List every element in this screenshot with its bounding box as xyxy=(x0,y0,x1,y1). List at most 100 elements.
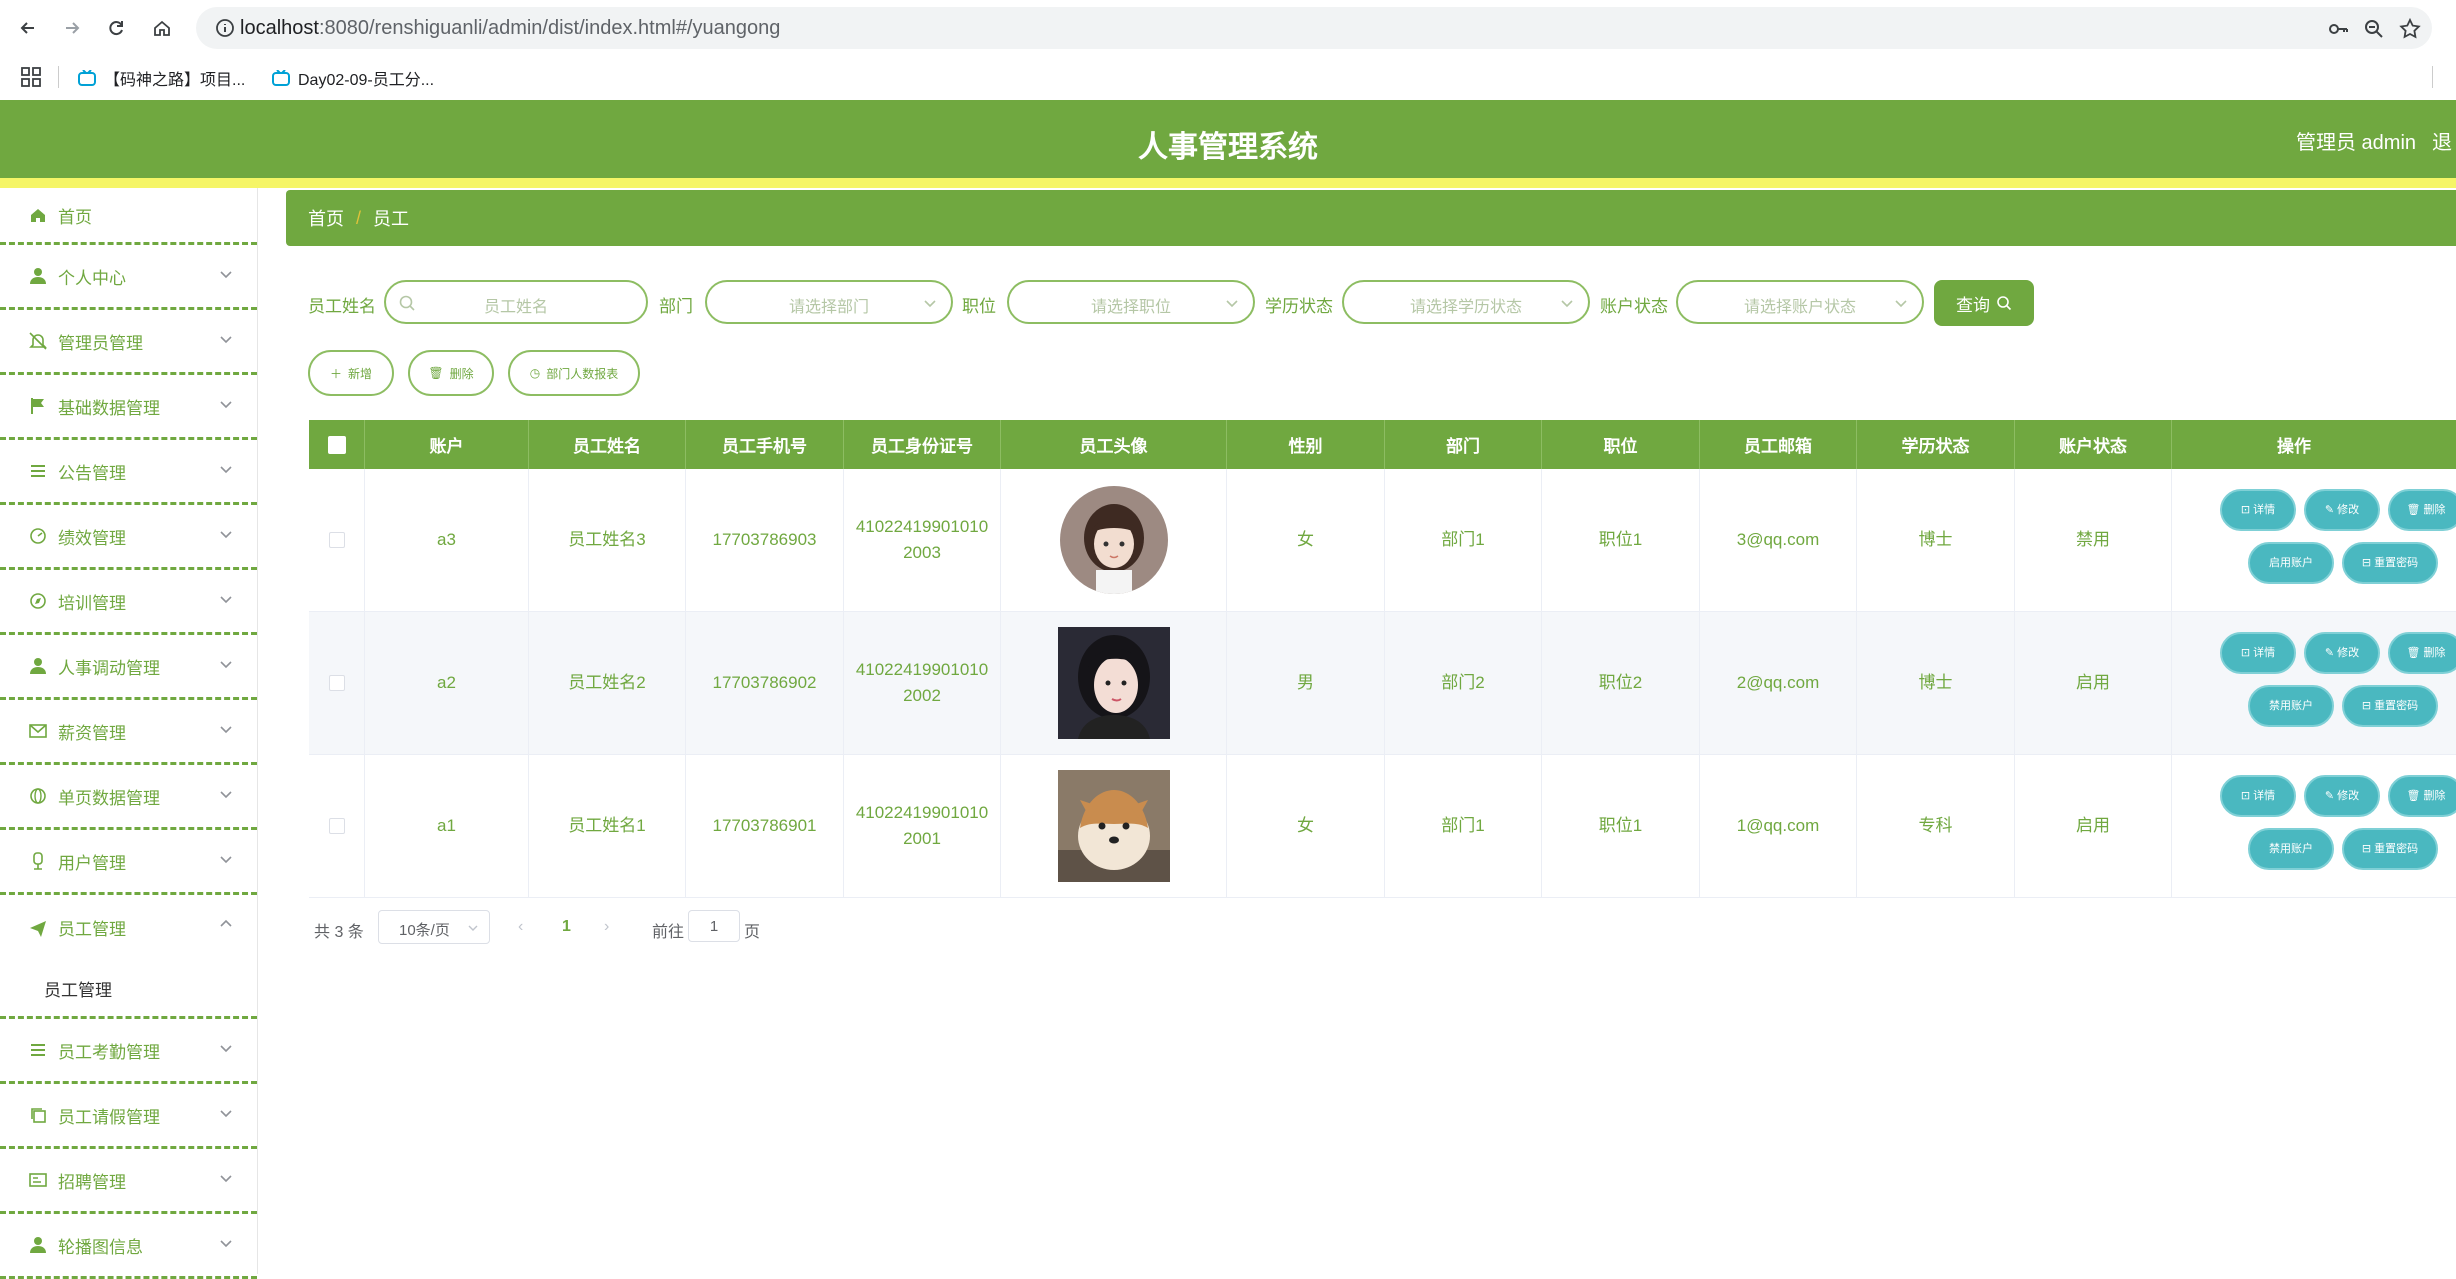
avatar[interactable] xyxy=(1057,770,1170,882)
row-delete-button-label: 删除 xyxy=(2423,504,2446,516)
name-search-input[interactable]: 员工姓名 xyxy=(384,280,648,324)
chart-icon: ◷ xyxy=(529,366,541,380)
row-checkbox[interactable] xyxy=(328,818,345,834)
breadcrumb-home[interactable]: 首页 xyxy=(308,205,344,231)
back-icon[interactable] xyxy=(12,12,44,44)
card-icon xyxy=(28,1170,48,1190)
row-checkbox[interactable] xyxy=(328,532,345,548)
delete-button[interactable]: 🗑 删除 xyxy=(408,350,494,396)
column-header[interactable]: 账户状态 xyxy=(2015,420,2172,469)
row-delete-button[interactable]: 🗑 删除 xyxy=(2388,775,2456,817)
column-header[interactable]: 性别 xyxy=(1227,420,1385,469)
bookmark-label: 【码神之路】项目... xyxy=(104,72,246,89)
education-select-placeholder: 请选择学历状态 xyxy=(1409,299,1522,316)
account-status-select[interactable]: 请选择账户状态 xyxy=(1676,280,1924,324)
sidebar-item-basedata[interactable]: 基础数据管理 xyxy=(0,375,257,440)
add-button[interactable]: ＋ 新增 xyxy=(308,350,394,396)
row-delete-button[interactable]: 🗑 删除 xyxy=(2388,632,2456,674)
sidebar-item-employees[interactable]: 员工管理 xyxy=(0,895,257,960)
avatar[interactable] xyxy=(1059,486,1168,594)
page-size-select[interactable]: 10条/页 xyxy=(378,910,490,944)
bookmark-item[interactable]: Day02-09-员工分... xyxy=(272,65,434,91)
column-header[interactable]: 学历状态 xyxy=(1857,420,2015,469)
sidebar-item-performance[interactable]: 绩效管理 xyxy=(0,505,257,570)
bookmark-item[interactable]: 【码神之路】项目... xyxy=(78,65,245,91)
table-row[interactable]: a1 员工姓名1 17703786901 41022419901010 2001 … xyxy=(309,755,2456,898)
sidebar-item-leave[interactable]: 员工请假管理 xyxy=(0,1084,257,1149)
education-select[interactable]: 请选择学历状态 xyxy=(1342,280,1590,324)
reset-icon: ⊟ xyxy=(2361,700,2375,712)
dept-select[interactable]: 请选择部门 xyxy=(705,280,953,324)
column-header[interactable]: 操作 xyxy=(2172,420,2416,469)
toggle-account-button[interactable]: 禁用账户 xyxy=(2248,828,2334,870)
sidebar-item-recruit[interactable]: 招聘管理 xyxy=(0,1149,257,1214)
reset-password-button[interactable]: ⊟ 重置密码 xyxy=(2342,828,2438,870)
column-header[interactable]: 员工手机号 xyxy=(686,420,844,469)
name-filter-label: 员工姓名 xyxy=(308,297,376,316)
operations-cell: ⊡ 详情 ✎ 修改 🗑 删除 禁用账户 ⊟ 重置密码 xyxy=(2172,612,2456,754)
table-row[interactable]: a3 员工姓名3 17703786903 41022419901010 2003 … xyxy=(309,469,2456,612)
row-delete-button[interactable]: 🗑 删除 xyxy=(2388,489,2456,531)
chevron-down-icon xyxy=(220,596,232,604)
site-info-icon[interactable] xyxy=(214,17,236,39)
goto-page-input[interactable]: 1 xyxy=(688,910,740,942)
edit-button[interactable]: ✎ 修改 xyxy=(2304,632,2380,674)
address-bar[interactable]: localhost:8080/renshiguanli/admin/dist/i… xyxy=(196,7,2432,49)
sidebar-item-transfer[interactable]: 人事调动管理 xyxy=(0,635,257,700)
breadcrumb: 首页 / 员工 xyxy=(286,190,2456,246)
sidebar-item-profile[interactable]: 个人中心 xyxy=(0,245,257,310)
sidebar-item-label: 人事调动管理 xyxy=(58,658,160,678)
sidebar-item-training[interactable]: 培训管理 xyxy=(0,570,257,635)
column-header[interactable]: 部门 xyxy=(1385,420,1542,469)
reset-password-button[interactable]: ⊟ 重置密码 xyxy=(2342,542,2438,584)
column-header[interactable]: 员工姓名 xyxy=(529,420,686,469)
add-button-label: 新增 xyxy=(348,366,373,381)
sidebar-item-home[interactable]: 首页 xyxy=(0,188,257,245)
apps-grid-icon[interactable] xyxy=(20,66,42,88)
sidebar-subitem-employee-manage[interactable]: 员工管理 xyxy=(0,960,257,1016)
forward-icon[interactable] xyxy=(56,12,88,44)
position-select[interactable]: 请选择职位 xyxy=(1007,280,1255,324)
sidebar-item-notice[interactable]: 公告管理 xyxy=(0,440,257,505)
current-page[interactable]: 1 xyxy=(562,918,571,936)
edit-button[interactable]: ✎ 修改 xyxy=(2304,775,2380,817)
home-browser-icon[interactable] xyxy=(146,12,178,44)
sidebar-item-admins[interactable]: 管理员管理 xyxy=(0,310,257,375)
sidebar-item-attendance[interactable]: 员工考勤管理 xyxy=(0,1019,257,1084)
avatar[interactable] xyxy=(1057,627,1170,739)
row-checkbox[interactable] xyxy=(328,675,345,691)
key-icon[interactable] xyxy=(2326,17,2350,41)
query-button[interactable]: 查询 xyxy=(1934,280,2034,326)
column-header[interactable]: 账户 xyxy=(365,420,529,469)
prev-page-icon[interactable]: ‹ xyxy=(518,918,523,936)
reset-password-button[interactable]: ⊟ 重置密码 xyxy=(2342,685,2438,727)
position-cell: 职位1 xyxy=(1542,469,1700,611)
sidebar-item-salary[interactable]: 薪资管理 xyxy=(0,700,257,765)
select-all-checkbox[interactable] xyxy=(327,435,346,454)
detail-button[interactable]: ⊡ 详情 xyxy=(2220,632,2296,674)
zoom-icon[interactable] xyxy=(2362,17,2386,41)
detail-button[interactable]: ⊡ 详情 xyxy=(2220,489,2296,531)
column-header[interactable]: 员工头像 xyxy=(1001,420,1227,469)
chevron-down-icon xyxy=(220,661,232,669)
dept-select-placeholder: 请选择部门 xyxy=(788,299,869,316)
employee-table: 账户 员工姓名 员工手机号 员工身份证号 员工头像 性别 部门 职位 员工邮箱 … xyxy=(309,420,2456,898)
next-page-icon[interactable]: › xyxy=(604,918,609,936)
reload-icon[interactable] xyxy=(100,12,132,44)
column-header[interactable]: 职位 xyxy=(1542,420,1700,469)
logout-link[interactable]: 退 xyxy=(2432,126,2452,155)
column-header[interactable]: 员工邮箱 xyxy=(1700,420,1857,469)
sidebar-item-users[interactable]: 用户管理 xyxy=(0,830,257,895)
toggle-account-button[interactable]: 启用账户 xyxy=(2248,542,2334,584)
star-icon[interactable] xyxy=(2398,17,2422,41)
bookmark-divider xyxy=(58,66,59,88)
table-row[interactable]: a2 员工姓名2 17703786902 41022419901010 2002 … xyxy=(309,612,2456,755)
dept-report-button[interactable]: ◷ 部门人数报表 xyxy=(508,350,640,396)
sidebar-item-singlepage[interactable]: 单页数据管理 xyxy=(0,765,257,830)
edit-icon: ✎ xyxy=(2324,790,2338,802)
toggle-account-button[interactable]: 禁用账户 xyxy=(2248,685,2334,727)
edit-button[interactable]: ✎ 修改 xyxy=(2304,489,2380,531)
sidebar-item-carousel[interactable]: 轮播图信息 xyxy=(0,1214,257,1279)
detail-button[interactable]: ⊡ 详情 xyxy=(2220,775,2296,817)
column-header[interactable]: 员工身份证号 xyxy=(844,420,1001,469)
